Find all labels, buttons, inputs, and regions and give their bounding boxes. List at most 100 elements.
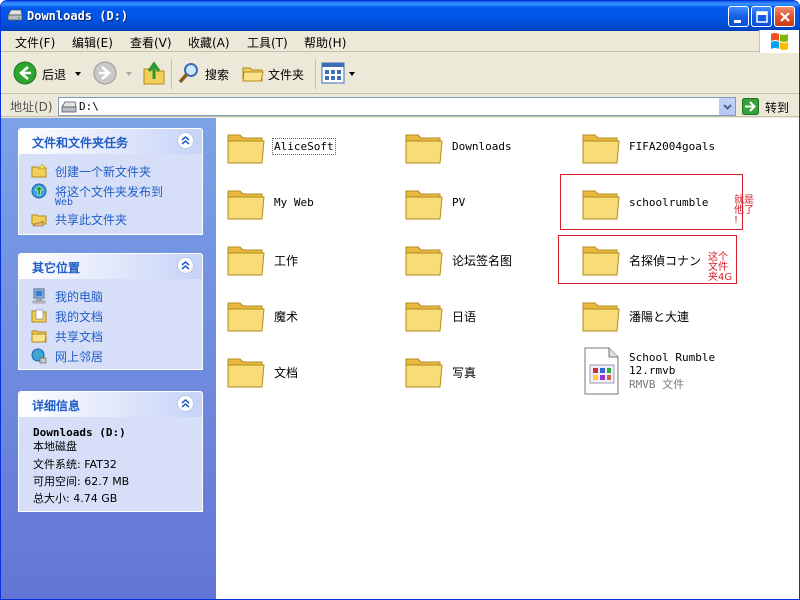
menu-file[interactable]: 文件(F) <box>15 34 55 51</box>
folder-item[interactable]: Downloads <box>400 123 570 171</box>
menu-bar: 文件(F) 编辑(E) 查看(V) 收藏(A) 工具(T) 帮助(H) <box>1 31 799 52</box>
chevron-up-icon <box>181 399 190 408</box>
folder-label: PV <box>452 196 466 209</box>
menu-edit[interactable]: 编辑(E) <box>72 34 113 51</box>
address-label: 地址(D) <box>10 100 53 114</box>
network-globe-icon <box>31 348 47 364</box>
maximize-button[interactable] <box>751 6 772 27</box>
file-tasks-title: 文件和文件夹任务 <box>32 136 129 150</box>
folder-item[interactable]: AliceSoft <box>222 123 392 171</box>
window-title: Downloads (D:) <box>27 9 129 23</box>
folders-button[interactable]: 文件夹 <box>241 61 309 87</box>
folder-item[interactable]: 日语 <box>400 291 570 339</box>
folder-item[interactable]: My Web <box>222 179 392 227</box>
views-grid-icon <box>321 62 345 84</box>
folder-icon <box>405 190 443 220</box>
task-share-label: 共享此文件夹 <box>55 213 128 227</box>
folder-label: FIFA2004goals <box>629 140 716 153</box>
minimize-button[interactable] <box>728 6 749 27</box>
minimize-icon <box>734 20 741 23</box>
folder-item[interactable]: 写真 <box>400 347 570 395</box>
place-my-computer-label: 我的电脑 <box>55 290 104 304</box>
rmvb-file-icon <box>584 347 619 395</box>
go-arrow-icon <box>742 98 759 115</box>
folder-item[interactable]: 魔术 <box>222 291 392 339</box>
go-button[interactable]: 转到 <box>742 98 796 116</box>
folder-item[interactable]: PV <box>400 179 570 227</box>
folder-label: 魔术 <box>274 310 299 324</box>
collapse-button[interactable] <box>177 132 194 149</box>
maximize-icon <box>756 11 768 23</box>
menu-view[interactable]: 查看(V) <box>130 34 172 51</box>
folder-label: 文档 <box>274 366 299 380</box>
folders-icon <box>242 67 264 82</box>
folder-icon <box>405 246 443 276</box>
search-button[interactable]: 搜索 <box>177 61 235 87</box>
details-header[interactable]: 详细信息 <box>19 392 202 417</box>
details-title: 详细信息 <box>32 399 81 413</box>
annotation-note: 这个 文件 夹4G <box>708 252 733 283</box>
up-folder-button[interactable] <box>142 59 168 87</box>
annotation-box <box>560 174 743 230</box>
folder-item[interactable]: 潘陽と大連 <box>577 291 747 339</box>
folder-icon <box>227 190 265 220</box>
search-icon <box>178 63 198 84</box>
folder-item[interactable]: 文档 <box>222 347 392 395</box>
file-tasks-panel: 文件和文件夹任务 创建一个新文件夹 将这个文件夹发布到 Web 共享此文件夹 <box>18 128 203 235</box>
task-publish-label-web: Web <box>55 197 74 208</box>
file-name-line1: School Rumble <box>629 351 716 364</box>
windows-flag-icon <box>771 33 788 50</box>
back-button[interactable]: 后退 <box>11 61 83 87</box>
forward-button[interactable] <box>93 61 133 87</box>
folder-label: 工作 <box>274 254 299 268</box>
folder-item[interactable]: FIFA2004goals <box>577 123 747 171</box>
address-value: D:\ <box>79 100 99 113</box>
menu-favorites[interactable]: 收藏(A) <box>188 34 230 51</box>
details-total-size: 总大小: 4.74 GB <box>33 492 118 505</box>
details-panel: 详细信息 Downloads (D:) 本地磁盘 文件系统: FAT32 可用空… <box>18 391 203 512</box>
folder-item[interactable]: 论坛签名图 <box>400 235 570 283</box>
explorer-window: Downloads (D:) 文件(F) 编辑(E) 查看(V) 收藏(A) 工… <box>0 0 800 600</box>
folder-label: 潘陽と大連 <box>629 310 690 324</box>
search-label: 搜索 <box>205 68 230 82</box>
menu-help[interactable]: 帮助(H) <box>304 34 346 51</box>
forward-dropdown-icon[interactable] <box>126 72 132 76</box>
task-pane: 文件和文件夹任务 创建一个新文件夹 将这个文件夹发布到 Web 共享此文件夹 其… <box>1 118 216 599</box>
back-arrow-icon <box>13 61 37 85</box>
file-tasks-header[interactable]: 文件和文件夹任务 <box>19 129 202 154</box>
folder-icon <box>405 134 443 164</box>
collapse-button[interactable] <box>177 257 194 274</box>
folder-label: 写真 <box>452 366 477 380</box>
folder-icon <box>227 134 265 164</box>
collapse-button[interactable] <box>177 395 194 412</box>
other-places-panel: 其它位置 我的电脑 我的文档 共享文档 网上邻居 <box>18 253 203 370</box>
documents-icon <box>31 309 47 323</box>
folder-icon <box>582 134 620 164</box>
folder-item[interactable]: 工作 <box>222 235 392 283</box>
up-folder-icon <box>143 61 165 85</box>
menu-tools[interactable]: 工具(T) <box>247 34 288 51</box>
file-item[interactable]: School Rumble 12.rmvb RMVB 文件 <box>577 343 747 399</box>
folder-label: Downloads <box>452 140 512 153</box>
close-button[interactable] <box>774 6 795 27</box>
folder-label: My Web <box>274 196 314 209</box>
globe-publish-icon <box>31 183 47 199</box>
place-network-label: 网上邻居 <box>55 350 104 364</box>
folder-icon <box>405 358 443 388</box>
address-dropdown-button[interactable] <box>718 98 735 115</box>
title-bar[interactable]: Downloads (D:) <box>1 1 799 31</box>
chevron-up-icon <box>181 261 190 270</box>
folder-icon <box>227 358 265 388</box>
windows-logo <box>759 30 799 53</box>
file-list-view: AliceSoft Downloads FIFA2004goals My Web… <box>216 118 799 599</box>
folder-label: 日语 <box>452 310 477 324</box>
shared-folder-icon <box>31 330 47 343</box>
task-new-folder-label: 创建一个新文件夹 <box>55 165 152 179</box>
address-input[interactable]: D:\ <box>58 97 736 116</box>
other-places-header[interactable]: 其它位置 <box>19 254 202 279</box>
back-dropdown-icon[interactable] <box>75 72 81 76</box>
folder-icon <box>227 302 265 332</box>
folder-label: 论坛签名图 <box>452 254 513 268</box>
back-label: 后退 <box>42 68 67 82</box>
views-button[interactable] <box>321 61 357 87</box>
